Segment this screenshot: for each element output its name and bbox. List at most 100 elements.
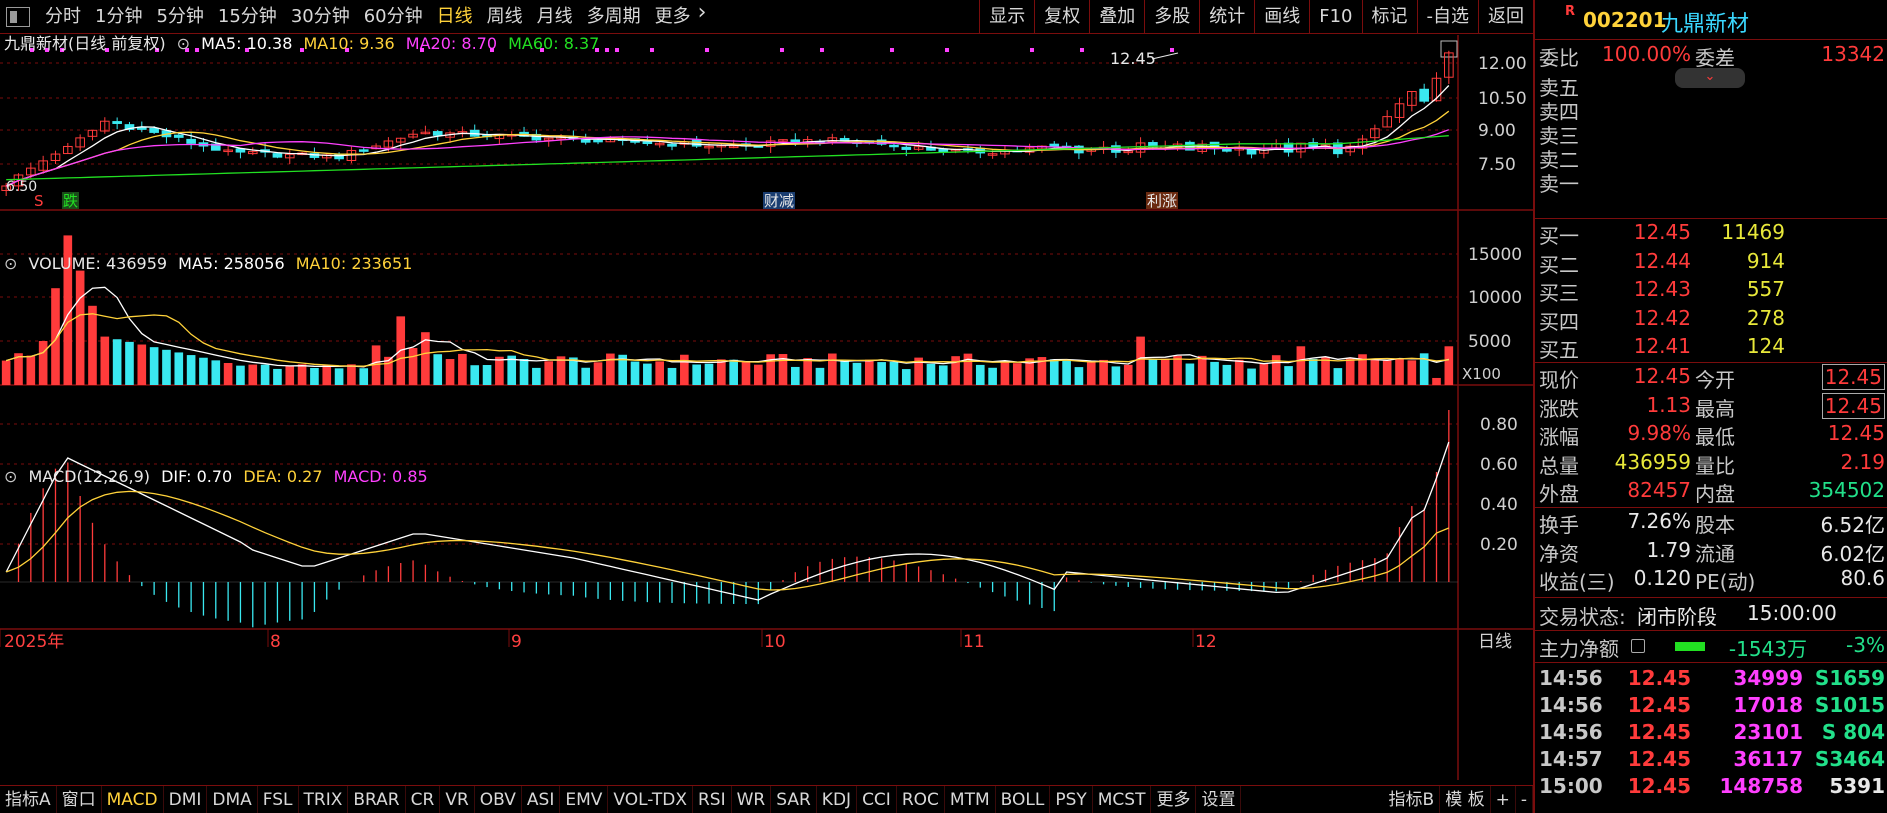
- indicator-tab[interactable]: 设置: [1196, 785, 1242, 813]
- volume-bar: [470, 365, 480, 385]
- indicator-tab[interactable]: CR: [406, 785, 441, 813]
- indicator-tab[interactable]: CCI: [857, 785, 897, 813]
- chevron-icon[interactable]: ⊙: [177, 34, 190, 53]
- order-ratio-row: 委比 100.00% 委差 13342: [1535, 42, 1887, 70]
- volume-bar: [51, 288, 60, 385]
- fundamental-label: 净资: [1539, 541, 1579, 566]
- toolbar-action-button[interactable]: -自选: [1416, 0, 1479, 34]
- indicator-tab[interactable]: 窗口: [57, 785, 102, 813]
- period-tab[interactable]: 日线: [430, 0, 480, 34]
- template-button[interactable]: 模 板: [1440, 785, 1491, 813]
- bid-volume: 278: [1746, 305, 1785, 330]
- event-marker[interactable]: 财减: [764, 192, 794, 210]
- bid-volume: 914: [1746, 248, 1785, 273]
- macd-tick-label: 0.40: [1480, 495, 1518, 515]
- indicator-tab[interactable]: VOL-TDX: [608, 785, 693, 813]
- volume-bar: [347, 364, 356, 385]
- chevron-right-icon[interactable]: ›: [698, 0, 707, 34]
- chevron-icon[interactable]: ⊙: [4, 254, 17, 273]
- quote-label: 内盘: [1695, 482, 1735, 506]
- indicator-tab[interactable]: MCST: [1093, 785, 1152, 813]
- order-ratio-label: 委比: [1539, 46, 1579, 70]
- template-button[interactable]: -: [1516, 785, 1533, 813]
- tick-volume: 36117: [1733, 747, 1803, 771]
- chevron-icon[interactable]: ⊙: [4, 467, 17, 486]
- event-marker[interactable]: 利涨: [1147, 192, 1177, 210]
- candle-body: [272, 153, 283, 158]
- tick-flag: S3464: [1814, 747, 1885, 771]
- toolbar-action-button[interactable]: F10: [1309, 0, 1361, 34]
- indicator-tab[interactable]: 更多: [1151, 785, 1197, 813]
- volume-ma5-line: [6, 286, 1449, 368]
- chart-area[interactable]: 12.00 10.50 9.00 7.50 15000 10000 5000 X100 0.80…: [0, 34, 1533, 780]
- volume-bar: [359, 368, 369, 385]
- kline-chart[interactable]: 12.00 10.50 9.00 7.50 15000 10000 5000 X100 0.80…: [0, 35, 1533, 780]
- volume-bar: [754, 364, 763, 385]
- period-tab[interactable]: 更多: [648, 0, 698, 34]
- period-tab[interactable]: 5分钟: [149, 0, 210, 34]
- toolbar-action-button[interactable]: 标记: [1361, 0, 1417, 34]
- toolbar-action-button[interactable]: 复权: [1034, 0, 1089, 34]
- main-flow-label: 主力净额: [1539, 637, 1619, 661]
- template-button[interactable]: 指标B: [1384, 785, 1441, 813]
- period-tab[interactable]: 15分钟: [211, 0, 284, 34]
- period-tab[interactable]: 1分钟: [88, 0, 149, 34]
- toolbar-action-button[interactable]: 画线: [1254, 0, 1309, 34]
- volume-bar: [445, 359, 455, 385]
- signal-dot: [820, 48, 824, 52]
- indicator-tab[interactable]: VR: [440, 785, 475, 813]
- event-marker[interactable]: 跌: [63, 192, 78, 210]
- toolbar-action-button[interactable]: 显示: [979, 0, 1034, 34]
- template-button[interactable]: +: [1491, 785, 1516, 813]
- period-tab[interactable]: 分时: [38, 0, 88, 34]
- volume-bar: [852, 362, 862, 385]
- indicator-tab[interactable]: BOLL: [996, 785, 1051, 813]
- window-toggle-icon[interactable]: [6, 6, 30, 27]
- toolbar-action-button[interactable]: 多股: [1144, 0, 1199, 34]
- volume-bar: [643, 363, 652, 385]
- indicator-tab[interactable]: 指标A: [0, 785, 57, 813]
- indicator-tab[interactable]: ASI: [522, 785, 561, 813]
- indicator-tab[interactable]: DMA: [207, 785, 258, 813]
- indicator-tab[interactable]: WR: [732, 785, 772, 813]
- quote-value: 12.45: [1821, 364, 1885, 390]
- indicator-tab[interactable]: KDJ: [817, 785, 858, 813]
- quote-label: 量比: [1695, 453, 1735, 478]
- period-tab[interactable]: 30分钟: [284, 0, 357, 34]
- toolbar-action-button[interactable]: 统计: [1199, 0, 1254, 34]
- period-tab[interactable]: 多周期: [580, 0, 648, 34]
- volume-bar: [1012, 363, 1022, 385]
- ma5-line: [5, 85, 1450, 187]
- price-tick-label: 9.00: [1478, 121, 1516, 141]
- indicator-tab[interactable]: BRAR: [348, 785, 406, 813]
- candle-body: [173, 134, 184, 138]
- volume-bar: [889, 361, 899, 385]
- event-marker[interactable]: S: [34, 192, 44, 210]
- toolbar-action-button[interactable]: 返回: [1478, 0, 1533, 34]
- period-tab[interactable]: 60分钟: [357, 0, 430, 34]
- period-tab[interactable]: 周线: [480, 0, 530, 34]
- indicator-tab[interactable]: OBV: [475, 785, 522, 813]
- indicator-tab[interactable]: DMI: [164, 785, 208, 813]
- toolbar-action-button[interactable]: 叠加: [1089, 0, 1144, 34]
- volume-bar: [791, 366, 800, 385]
- fundamental-value: 6.52亿: [1820, 513, 1885, 537]
- volume-bar: [1247, 368, 1256, 385]
- indicator-tab[interactable]: TRIX: [299, 785, 349, 813]
- indicator-tab[interactable]: EMV: [560, 785, 609, 813]
- indicator-tab[interactable]: SAR: [771, 785, 817, 813]
- candle-body: [901, 146, 912, 150]
- indicator-tab[interactable]: MACD: [102, 785, 164, 813]
- bid-price: 12.45: [1633, 220, 1691, 244]
- indicator-tab[interactable]: RSI: [693, 785, 732, 813]
- period-tab[interactable]: 月线: [530, 0, 580, 34]
- list-icon[interactable]: [1631, 639, 1645, 653]
- indicator-tab[interactable]: MTM: [945, 785, 996, 813]
- fundamental-label: 换手: [1539, 513, 1579, 537]
- signal-dot: [945, 48, 949, 52]
- indicator-tab[interactable]: ROC: [897, 785, 945, 813]
- fundamental-label: 股本: [1695, 513, 1735, 537]
- indicator-tab[interactable]: FSL: [258, 785, 299, 813]
- bid-label: 买三: [1539, 281, 1579, 305]
- indicator-tab[interactable]: PSY: [1050, 785, 1093, 813]
